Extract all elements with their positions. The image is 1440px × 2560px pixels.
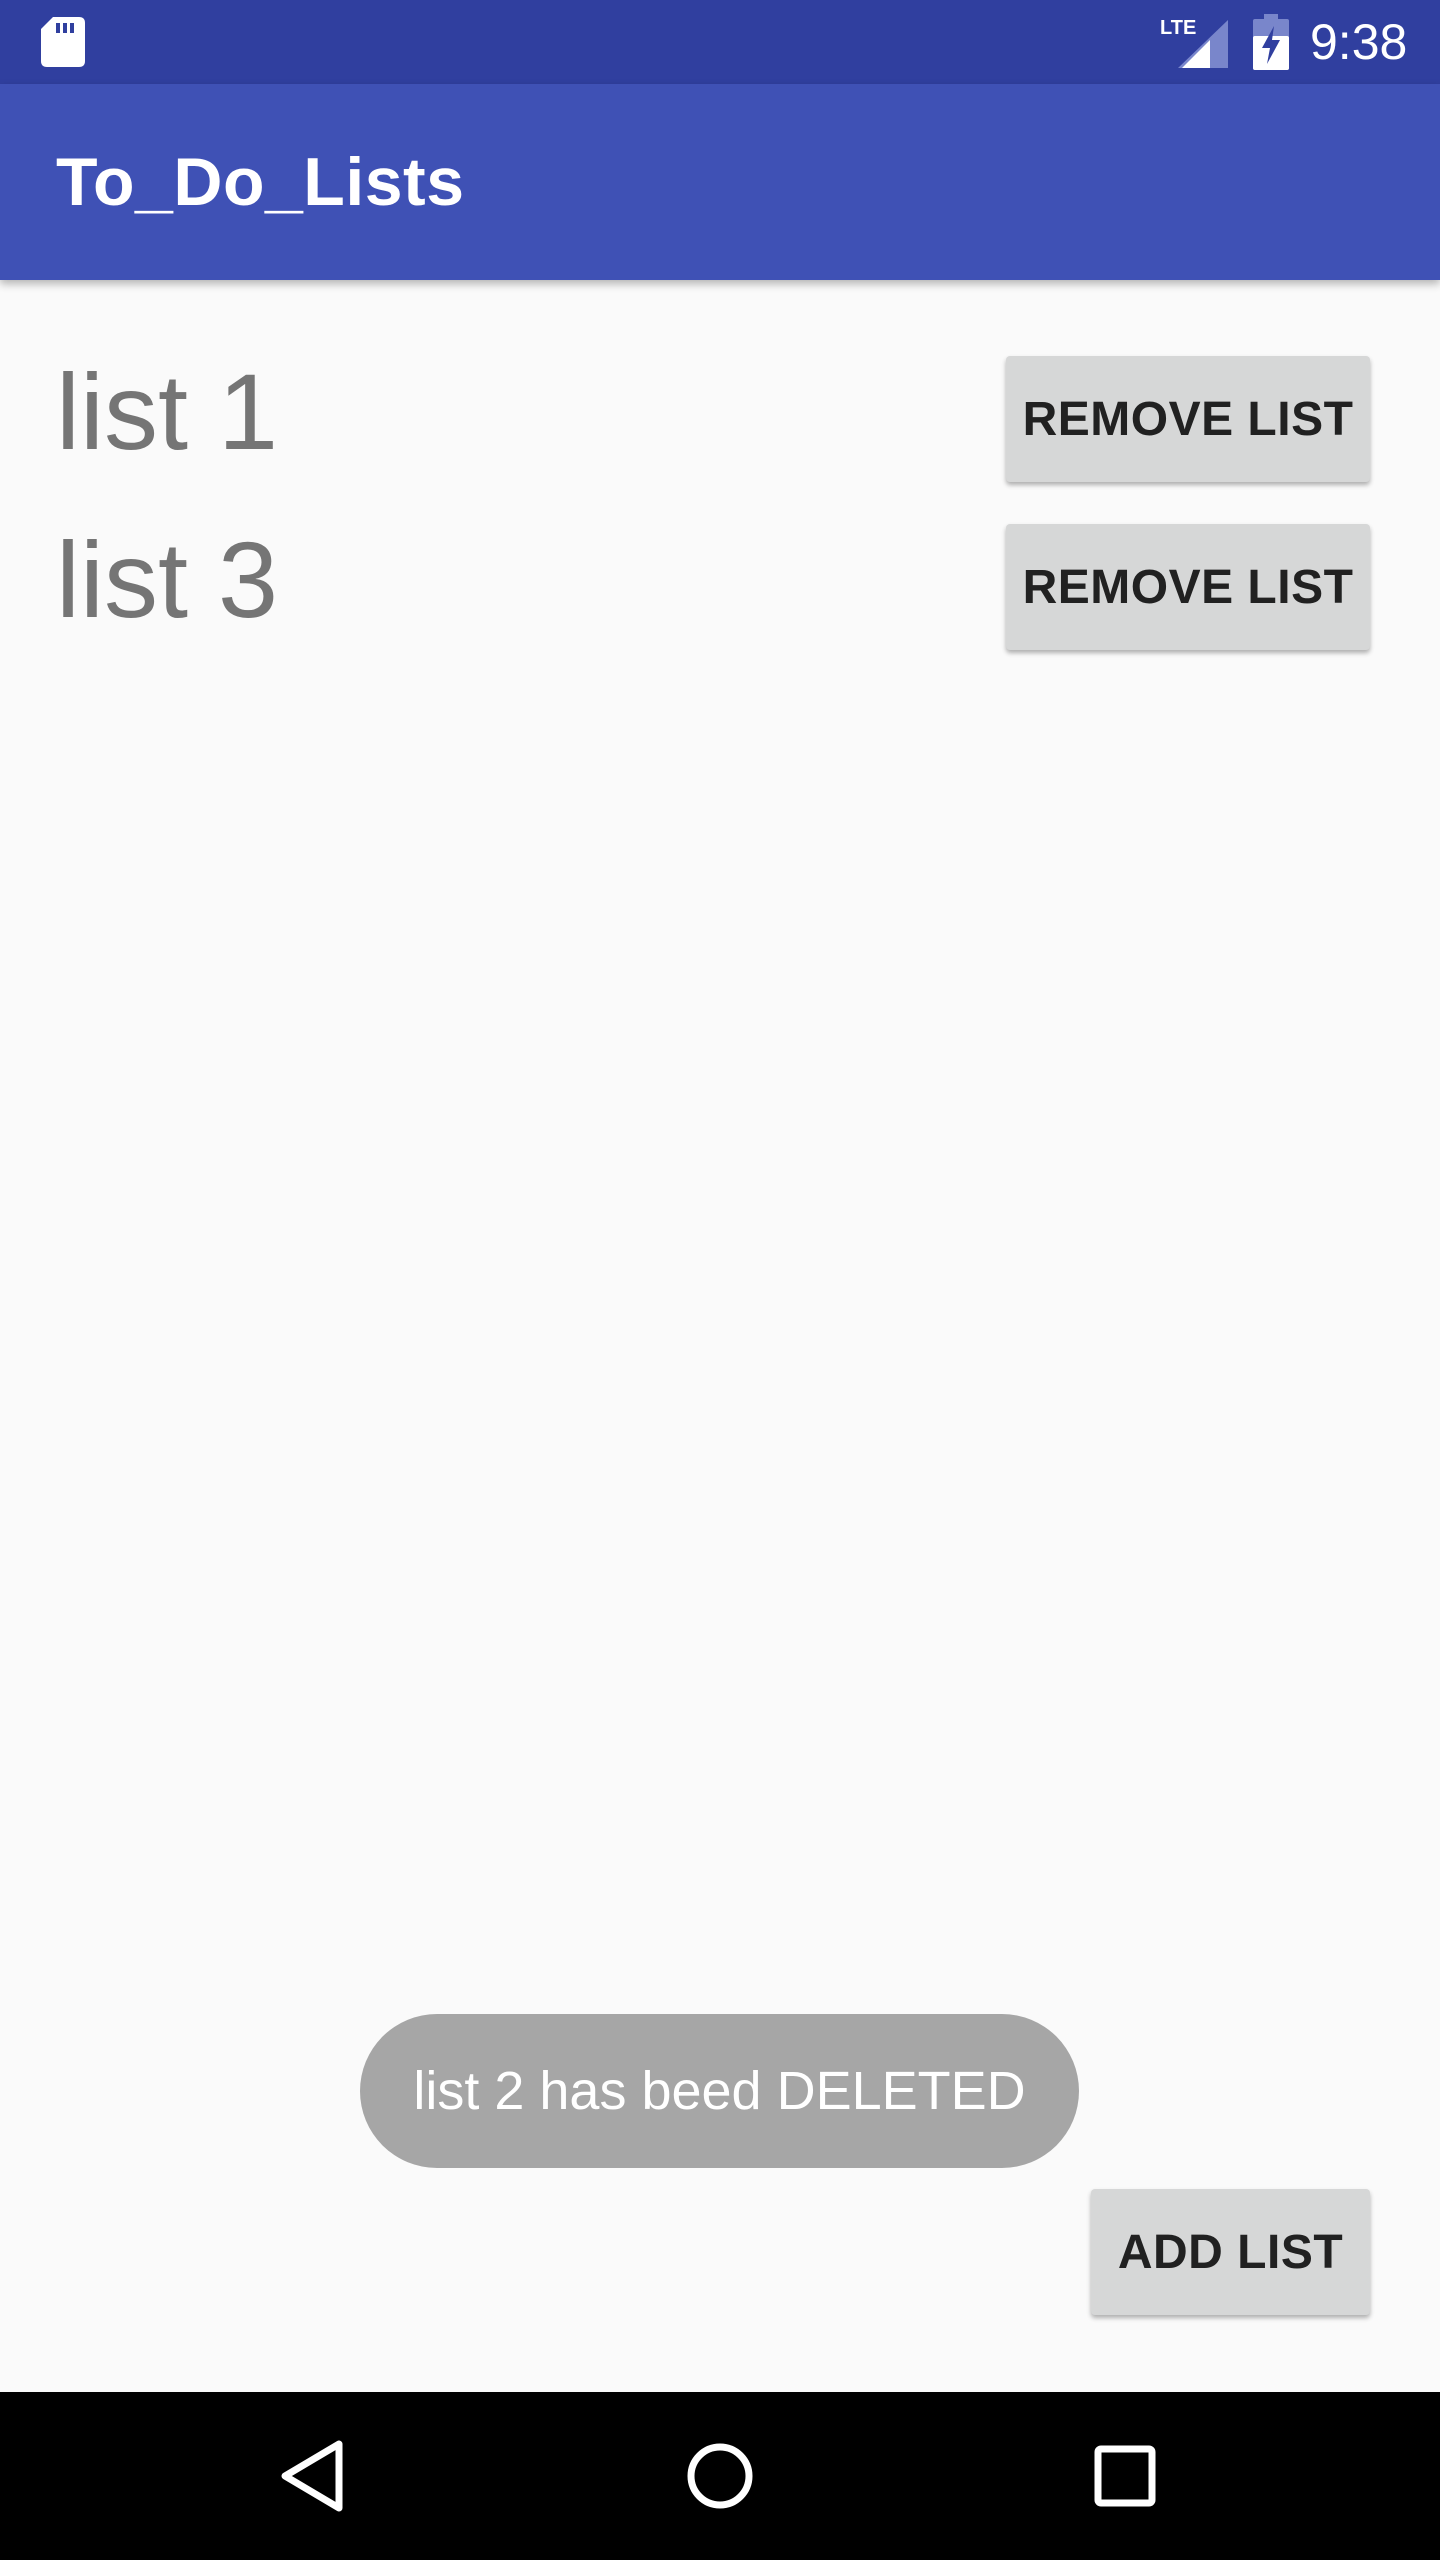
recents-icon xyxy=(1094,2445,1156,2507)
lte-signal-icon: LTE xyxy=(1160,17,1228,68)
home-icon xyxy=(687,2443,753,2509)
home-button[interactable] xyxy=(660,2416,780,2536)
toast-message: list 2 has beed DELETED xyxy=(360,2014,1079,2168)
list-item: list 3 REMOVE LIST xyxy=(0,496,1440,664)
app-title: To_Do_Lists xyxy=(56,144,465,220)
remove-list-button[interactable]: REMOVE LIST xyxy=(1006,356,1370,482)
list-name: list 3 xyxy=(56,519,279,640)
lte-label: LTE xyxy=(1160,17,1196,39)
navigation-bar xyxy=(0,2392,1440,2560)
remove-list-button[interactable]: REMOVE LIST xyxy=(1006,524,1370,650)
app-bar: To_Do_Lists xyxy=(0,84,1440,280)
list-name: list 1 xyxy=(56,351,279,472)
recents-button[interactable] xyxy=(1065,2416,1185,2536)
list-item: list 1 REMOVE LIST xyxy=(0,328,1440,496)
battery-charging-icon xyxy=(1253,14,1289,70)
clock: 9:38 xyxy=(1310,14,1408,70)
add-list-button[interactable]: ADD LIST xyxy=(1091,2189,1370,2315)
status-bar: LTE 9:38 xyxy=(0,0,1440,84)
sd-card-icon xyxy=(41,17,85,67)
back-button[interactable] xyxy=(255,2416,375,2536)
back-icon xyxy=(281,2440,343,2512)
